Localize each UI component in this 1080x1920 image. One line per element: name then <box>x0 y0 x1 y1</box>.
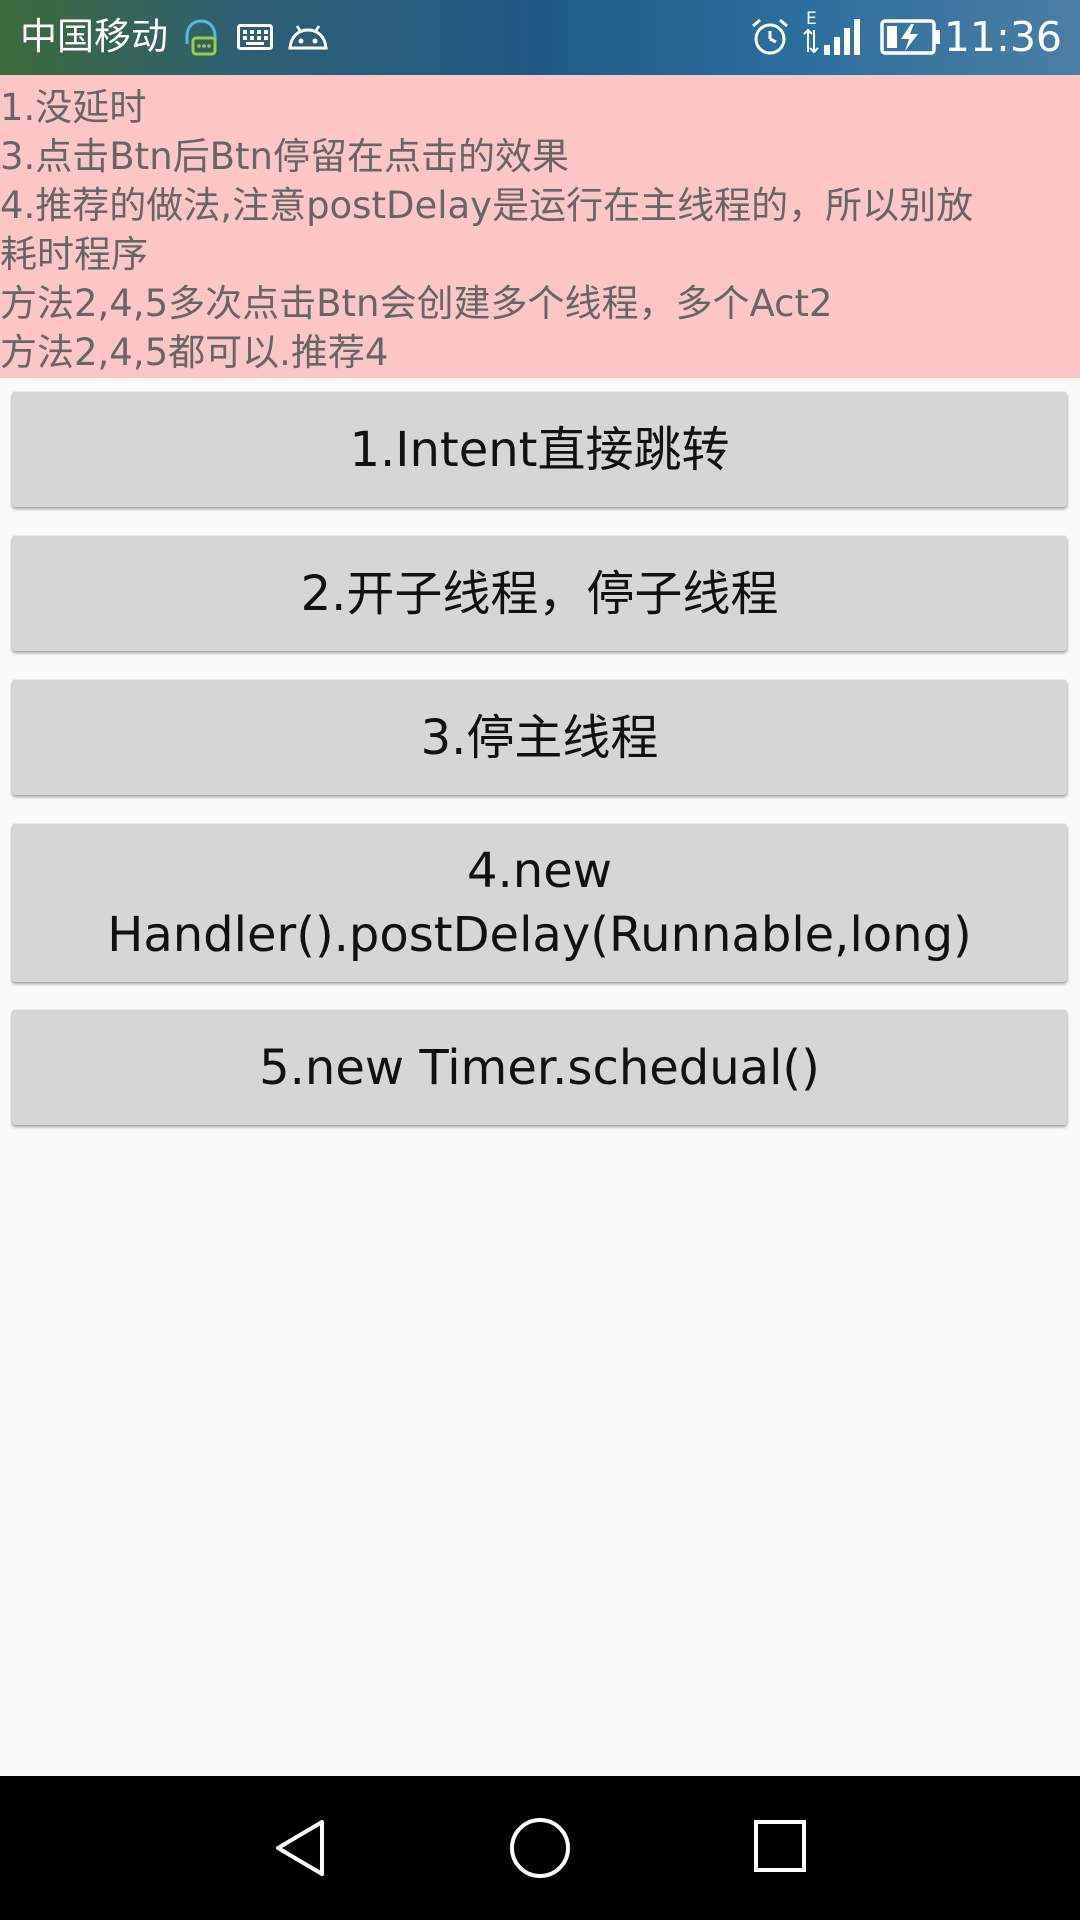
chat-notification-icon <box>185 19 217 56</box>
status-bar: 中国移动 E 11:36 <box>0 0 1080 75</box>
button-label: 1.Intent直接跳转 <box>349 421 730 478</box>
home-icon[interactable] <box>508 1816 572 1880</box>
alarm-icon <box>752 18 788 55</box>
button-label: 2.开子线程，停子线程 <box>300 565 779 622</box>
button-label-line2: Handler().postDelay(Runnable,long) <box>107 907 972 963</box>
info-line: 4.推荐的做法,注意postDelay是运行在主线程的，所以别放 <box>0 184 974 227</box>
back-icon[interactable] <box>272 1816 328 1880</box>
battery-charging-icon <box>880 19 940 55</box>
carrier-name: 中国移动 <box>20 15 168 58</box>
recents-icon[interactable] <box>752 1818 808 1874</box>
button-label: 5.new Timer.schedual() <box>259 1039 820 1096</box>
info-line: 耗时程序 <box>0 233 148 276</box>
button-label-line1: 4.new <box>466 843 612 899</box>
network-type-label: E <box>806 9 817 29</box>
info-line: 方法2,4,5多次点击Btn会创建多个线程，多个Act2 <box>0 282 833 325</box>
signal-icon <box>824 19 860 55</box>
sub-thread-button[interactable]: 2.开子线程，停子线程 <box>12 536 1067 651</box>
keyboard-icon <box>237 24 273 50</box>
android-icon <box>288 25 328 50</box>
timer-schedule-button[interactable]: 5.new Timer.schedual() <box>12 1010 1067 1125</box>
handler-post-delay-button[interactable]: 4.new Handler().postDelay(Runnable,long) <box>12 824 1067 982</box>
navigation-bar <box>0 1776 1080 1920</box>
info-line: 方法2,4,5都可以.推荐4 <box>0 331 389 374</box>
button-label: 3.停主线程 <box>420 709 659 766</box>
stop-main-thread-button[interactable]: 3.停主线程 <box>12 680 1067 795</box>
data-arrows-icon <box>803 28 819 54</box>
intent-jump-button[interactable]: 1.Intent直接跳转 <box>12 392 1067 507</box>
clock: 11:36 <box>943 13 1062 61</box>
info-line: 3.点击Btn后Btn停留在点击的效果 <box>0 135 569 178</box>
info-line: 1.没延时 <box>0 86 147 129</box>
info-panel: 1.没延时 3.点击Btn后Btn停留在点击的效果 4.推荐的做法,注意post… <box>0 75 1080 378</box>
